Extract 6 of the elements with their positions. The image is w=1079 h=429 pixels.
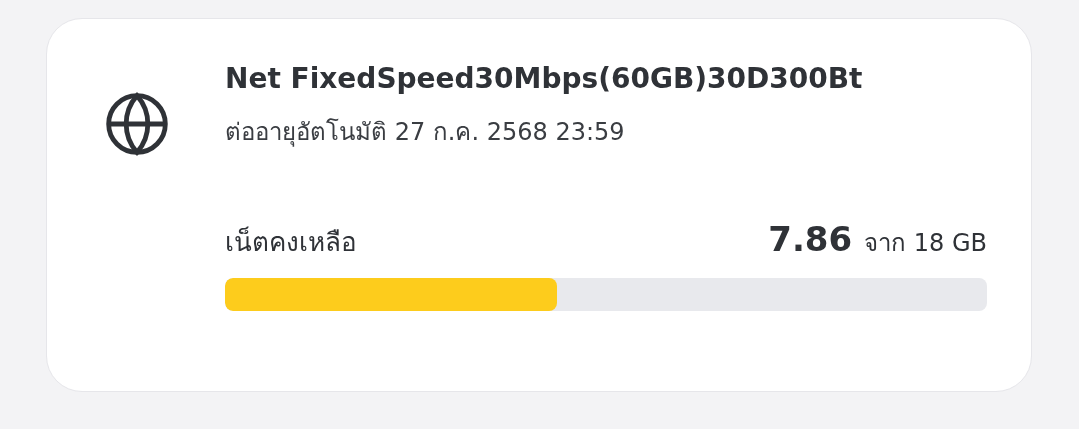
remaining-label: เน็ตคงเหลือ [225,225,357,259]
remaining-amount: 7.86 [768,219,853,259]
package-title: Net FixedSpeed30Mbps(60GB)30D300Bt [225,61,864,97]
globe-icon [103,90,171,158]
total-amount: จาก 18 GB [864,228,987,259]
renewal-date: ต่ออายุอัตโนมัติ 27 ก.ค. 2568 23:59 [225,117,626,149]
